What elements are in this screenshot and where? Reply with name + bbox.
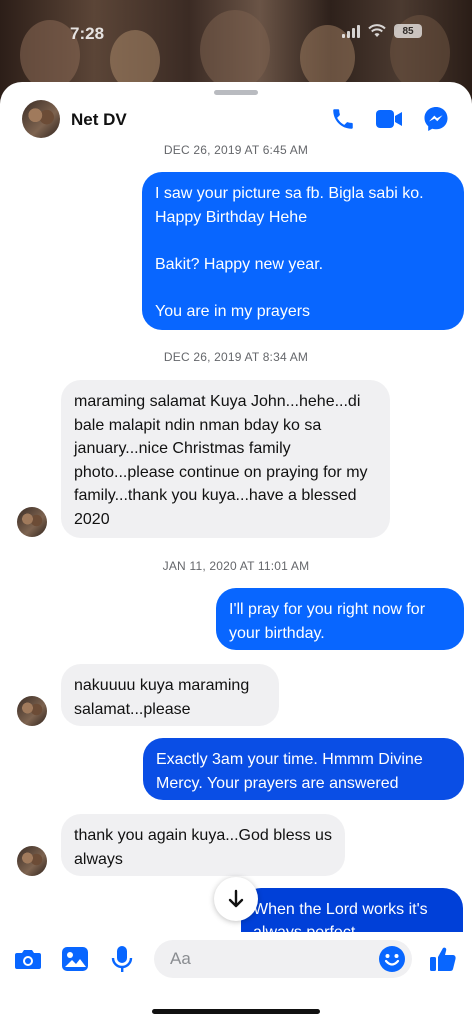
battery-indicator: 85 bbox=[394, 24, 422, 38]
home-indicator bbox=[152, 1009, 320, 1014]
message-input-placeholder: Aa bbox=[170, 949, 191, 968]
contact-avatar-small[interactable] bbox=[17, 696, 47, 726]
conversation-sheet: Net DV DEC 26, 2019 AT 6:45 AM I saw you… bbox=[0, 82, 472, 1024]
contact-avatar-small[interactable] bbox=[17, 507, 47, 537]
battery-level: 85 bbox=[402, 25, 414, 37]
message-incoming[interactable]: nakuuuu kuya maraming salamat...please bbox=[61, 664, 279, 726]
microphone-icon[interactable] bbox=[107, 944, 137, 974]
message-outgoing[interactable]: I saw your picture sa fb. Bigla sabi ko.… bbox=[142, 172, 464, 330]
contact-avatar-small[interactable] bbox=[17, 846, 47, 876]
message-incoming[interactable]: maraming salamat Kuya John...hehe...di b… bbox=[61, 380, 390, 538]
message-outgoing[interactable]: When the Lord works it's always perfect bbox=[241, 888, 463, 932]
chat-header: Net DV bbox=[0, 98, 472, 142]
message-outgoing[interactable]: Exactly 3am your time. Hmmm Divine Mercy… bbox=[143, 738, 464, 800]
message-input[interactable]: Aa bbox=[154, 940, 412, 978]
like-icon[interactable] bbox=[428, 944, 458, 974]
status-bar: 7:28 85 bbox=[0, 0, 472, 70]
emoji-icon[interactable] bbox=[378, 945, 406, 978]
message-outgoing[interactable]: I'll pray for you right now for your bir… bbox=[216, 588, 464, 650]
timestamp: DEC 26, 2019 AT 8:34 AM bbox=[163, 350, 309, 364]
timestamp: DEC 26, 2019 AT 6:45 AM bbox=[163, 143, 309, 157]
camera-icon[interactable] bbox=[13, 944, 43, 974]
wifi-icon bbox=[368, 24, 386, 37]
message-composer: Aa bbox=[0, 932, 472, 1024]
arrow-down-icon bbox=[228, 889, 244, 908]
status-time: 7:28 bbox=[70, 24, 105, 43]
contact-avatar[interactable] bbox=[22, 100, 60, 138]
sheet-grabber[interactable] bbox=[214, 90, 258, 95]
signal-icon bbox=[342, 24, 360, 38]
phone-icon[interactable] bbox=[328, 104, 358, 134]
messenger-icon[interactable] bbox=[421, 104, 451, 134]
status-indicators: 85 bbox=[342, 24, 422, 38]
scroll-to-bottom-button[interactable] bbox=[214, 877, 258, 921]
gallery-icon[interactable] bbox=[60, 944, 90, 974]
message-incoming[interactable]: thank you again kuya...God bless us alwa… bbox=[61, 814, 345, 876]
contact-name[interactable]: Net DV bbox=[71, 110, 127, 130]
video-icon[interactable] bbox=[374, 104, 404, 134]
timestamp: JAN 11, 2020 AT 11:01 AM bbox=[162, 559, 310, 573]
